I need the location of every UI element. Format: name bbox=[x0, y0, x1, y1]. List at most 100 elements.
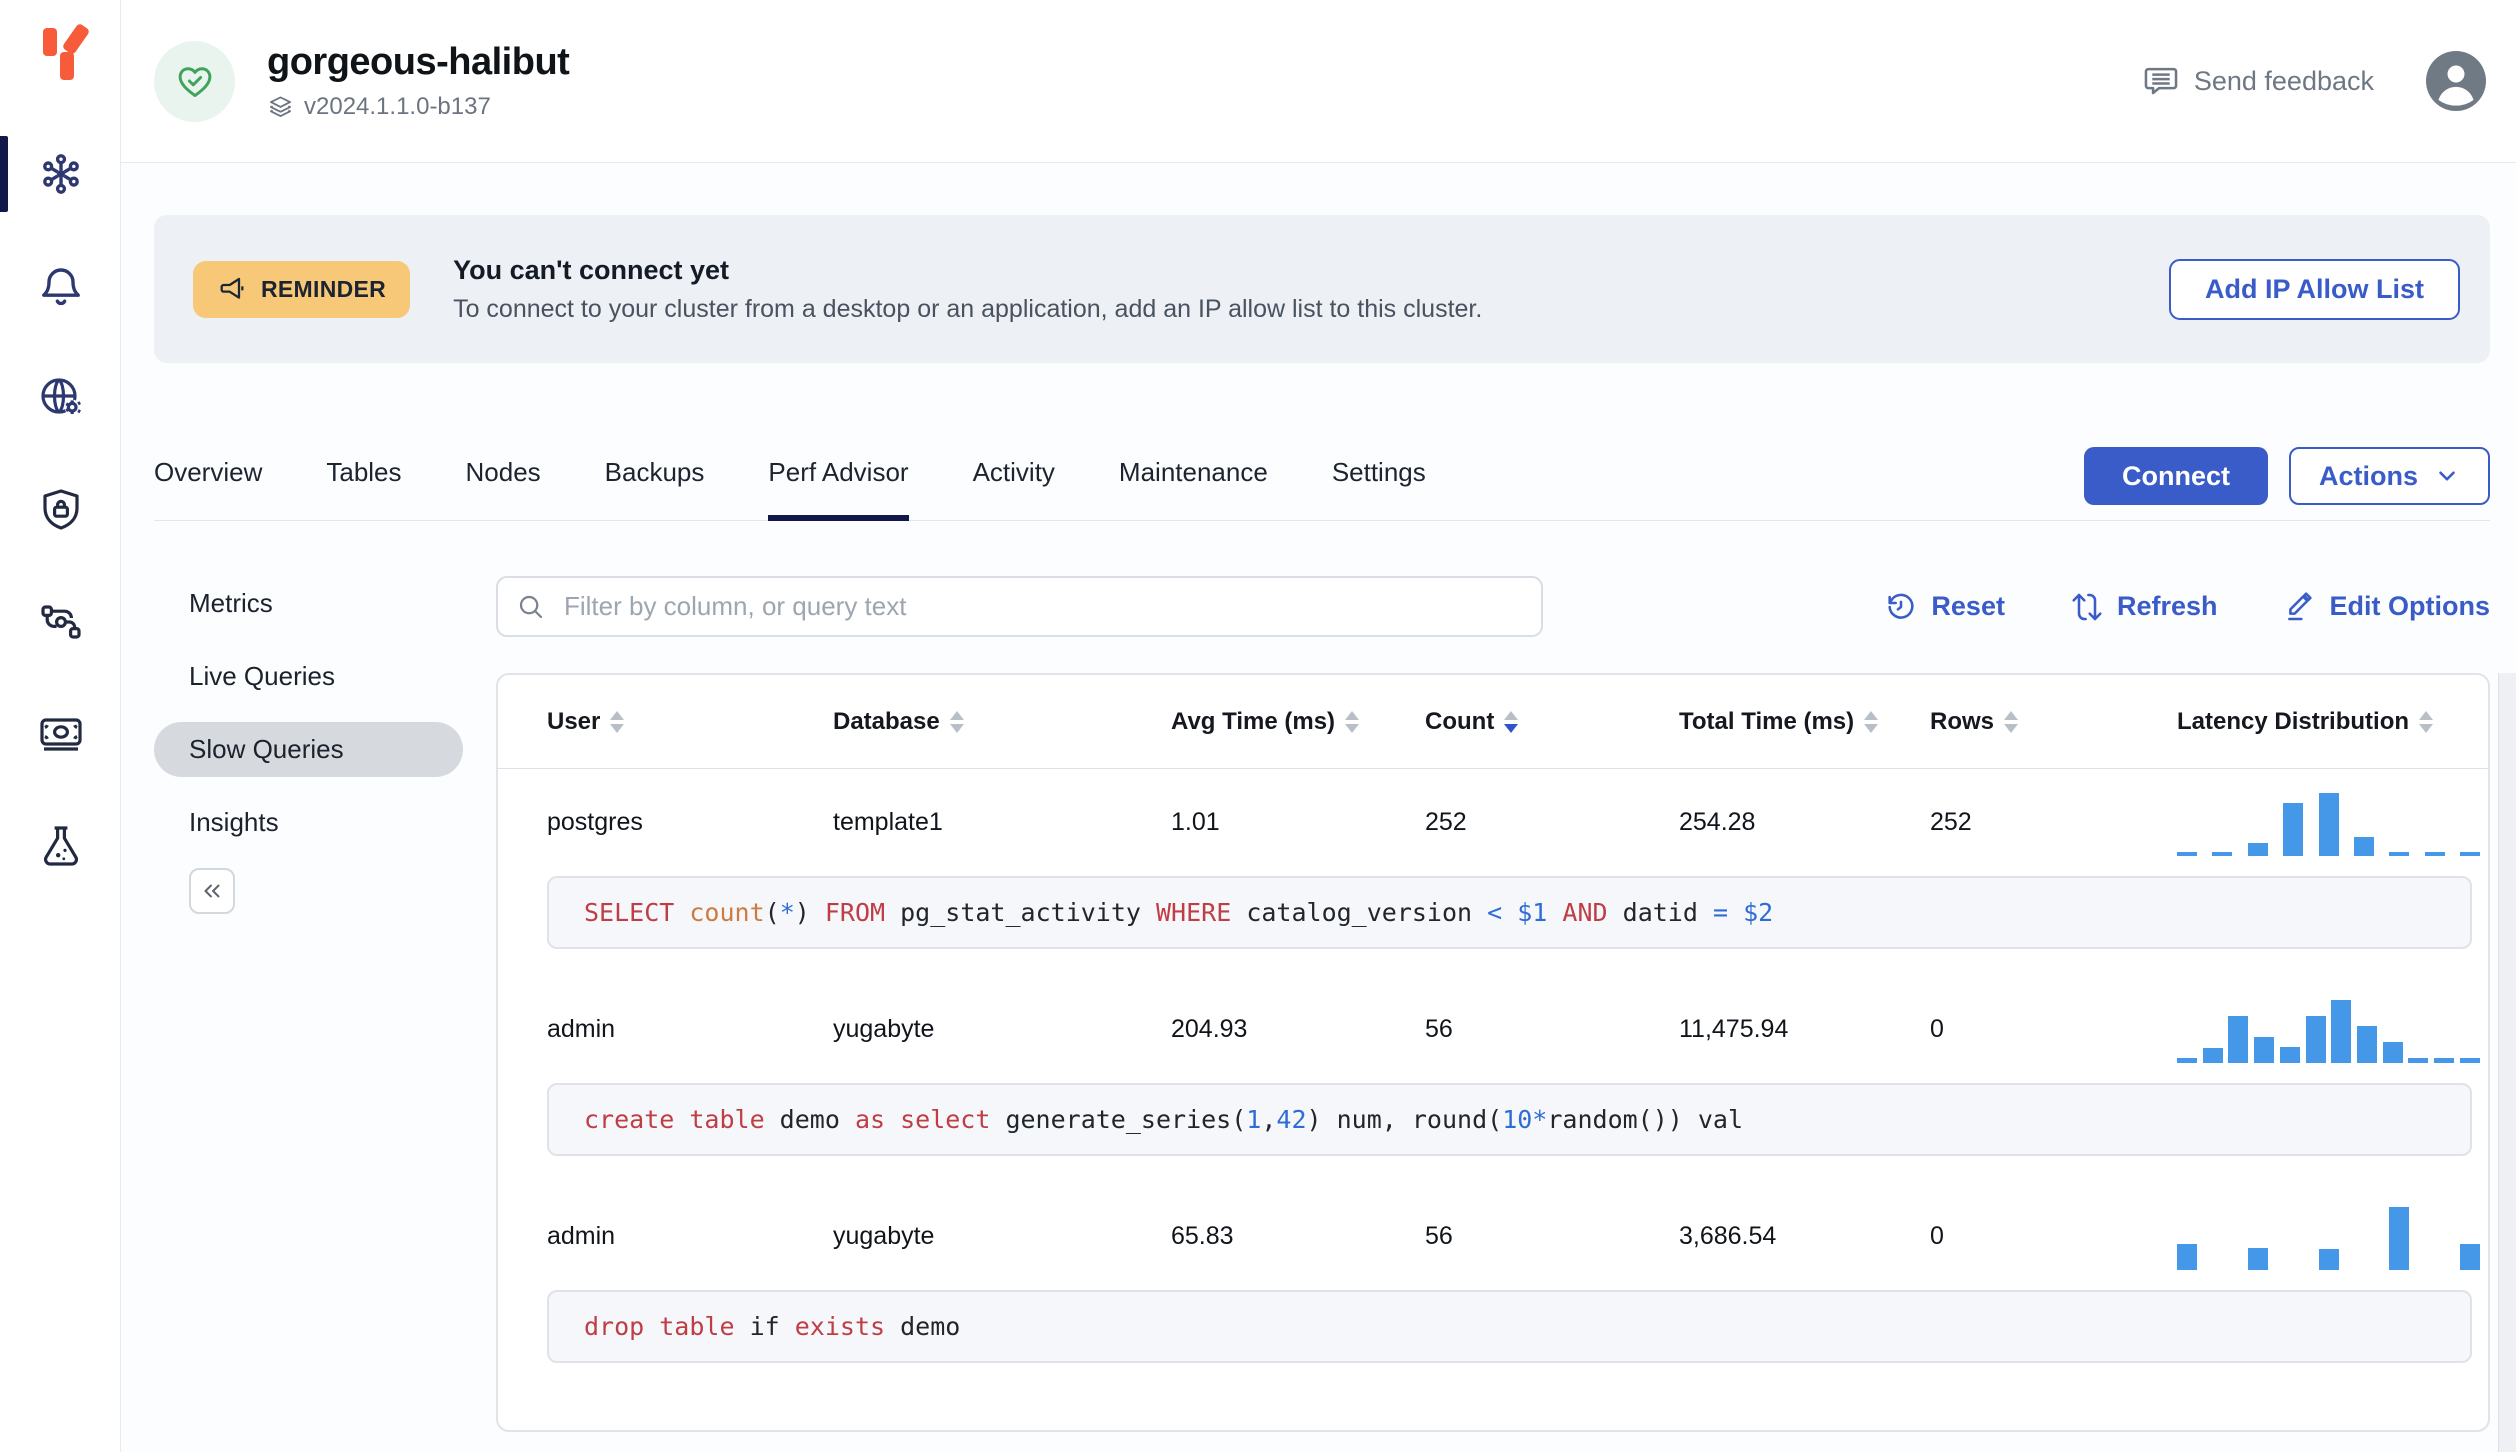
table-header-row: User Database Avg Time (ms) Count Total … bbox=[498, 675, 2488, 769]
collapse-sidebar-button[interactable] bbox=[189, 868, 235, 914]
yugabyte-logo[interactable] bbox=[0, 0, 121, 86]
perf-advisor-section: Metrics Live Queries Slow Queries Insigh… bbox=[154, 576, 2490, 1432]
connect-button[interactable]: Connect bbox=[2083, 447, 2268, 505]
reminder-banner: REMINDER You can't connect yet To connec… bbox=[154, 215, 2490, 363]
reminder-badge-label: REMINDER bbox=[261, 275, 387, 302]
latency-histogram bbox=[2177, 1204, 2480, 1270]
tab-tables[interactable]: Tables bbox=[326, 457, 401, 521]
sidebar-item-clusters[interactable] bbox=[0, 118, 121, 230]
tab-maintenance[interactable]: Maintenance bbox=[1119, 457, 1268, 521]
column-header-latency-distribution[interactable]: Latency Distribution bbox=[2177, 708, 2488, 736]
subnav-item-metrics[interactable]: Metrics bbox=[154, 576, 463, 631]
latency-histogram bbox=[2177, 790, 2480, 856]
refresh-icon bbox=[2072, 593, 2102, 620]
tab-backups[interactable]: Backups bbox=[605, 457, 705, 521]
slow-queries-panel: Reset Refresh Edit Options bbox=[496, 576, 2490, 1432]
column-header-count[interactable]: Count bbox=[1425, 708, 1679, 736]
sidebar-nav bbox=[0, 118, 120, 902]
sidebar-item-alerts[interactable] bbox=[0, 230, 121, 342]
scrollbar-track[interactable] bbox=[2498, 673, 2516, 1452]
search-icon bbox=[519, 595, 543, 619]
table-row[interactable]: admin yugabyte 204.93 56 11,475.94 0 bbox=[498, 976, 2488, 1083]
cell-database: yugabyte bbox=[833, 1222, 935, 1250]
cell-total-time: 11,475.94 bbox=[1679, 1015, 1789, 1043]
subnav-item-slow-queries[interactable]: Slow Queries bbox=[154, 722, 463, 777]
reset-history-icon bbox=[1888, 593, 1914, 619]
send-feedback-button[interactable]: Send feedback bbox=[2142, 62, 2374, 100]
sidebar-item-network[interactable] bbox=[0, 342, 121, 454]
tab-settings[interactable]: Settings bbox=[1332, 457, 1426, 521]
banknote-icon bbox=[39, 718, 82, 751]
sql-query-box[interactable]: drop table if exists demo bbox=[547, 1290, 2472, 1363]
cell-latency-distribution bbox=[2177, 997, 2488, 1063]
actions-dropdown-button[interactable]: Actions bbox=[2288, 447, 2490, 505]
cell-rows: 0 bbox=[1930, 1222, 1944, 1250]
app-window: gorgeous-halibut v2024.1.1.0-b137 Send f… bbox=[0, 0, 2516, 1452]
chevron-down-icon bbox=[2439, 471, 2455, 481]
sort-icon bbox=[610, 710, 625, 733]
column-header-rows[interactable]: Rows bbox=[1930, 708, 2177, 736]
bell-icon bbox=[41, 268, 80, 306]
cell-latency-distribution bbox=[2177, 1204, 2488, 1270]
send-feedback-label: Send feedback bbox=[2193, 65, 2374, 96]
tab-overview[interactable]: Overview bbox=[154, 457, 262, 521]
sidebar-item-integrations[interactable] bbox=[0, 566, 121, 678]
subnav-item-insights[interactable]: Insights bbox=[154, 795, 463, 850]
cell-user: admin bbox=[547, 1015, 616, 1043]
latency-histogram bbox=[2177, 997, 2480, 1063]
cell-count: 56 bbox=[1425, 1015, 1453, 1043]
sidebar-item-billing[interactable] bbox=[0, 678, 121, 790]
sidebar-item-labs[interactable] bbox=[0, 790, 121, 902]
chevrons-left-icon bbox=[204, 884, 220, 898]
cluster-tabs: Overview Tables Nodes Backups Perf Advis… bbox=[154, 457, 1426, 521]
pencil-icon bbox=[2287, 591, 2312, 620]
cell-avg-time: 1.01 bbox=[1171, 808, 1220, 836]
query-row-group: admin yugabyte 204.93 56 11,475.94 0 cre… bbox=[498, 976, 2488, 1156]
table-row[interactable]: postgres template1 1.01 252 254.28 252 bbox=[498, 769, 2488, 876]
tab-perf-advisor[interactable]: Perf Advisor bbox=[768, 457, 909, 521]
user-avatar[interactable] bbox=[2426, 51, 2486, 111]
column-header-total-time[interactable]: Total Time (ms) bbox=[1679, 708, 1930, 736]
shield-lock-icon bbox=[42, 489, 79, 530]
icon-sidebar bbox=[0, 0, 121, 1452]
table-row[interactable]: admin yugabyte 65.83 56 3,686.54 0 bbox=[498, 1183, 2488, 1290]
cluster-version-row: v2024.1.1.0-b137 bbox=[267, 93, 569, 121]
add-ip-allow-list-button[interactable]: Add IP Allow List bbox=[2168, 258, 2460, 320]
sort-icon bbox=[2419, 710, 2434, 733]
cell-total-time: 3,686.54 bbox=[1679, 1222, 1777, 1250]
cell-user: admin bbox=[547, 1222, 616, 1250]
sidebar-item-security[interactable] bbox=[0, 454, 121, 566]
banner-title: You can't connect yet bbox=[453, 254, 730, 285]
sort-icon bbox=[1504, 710, 1519, 733]
cell-rows: 0 bbox=[1930, 1015, 1944, 1043]
cell-user: postgres bbox=[547, 808, 643, 836]
sort-icon bbox=[2004, 710, 2019, 733]
sort-icon bbox=[1345, 710, 1360, 733]
column-header-user[interactable]: User bbox=[547, 708, 833, 736]
reset-button[interactable]: Reset bbox=[1885, 591, 2005, 623]
cell-latency-distribution bbox=[2177, 790, 2488, 856]
layers-icon bbox=[270, 95, 291, 117]
slow-queries-table: User Database Avg Time (ms) Count Total … bbox=[496, 673, 2490, 1432]
slow-queries-toolbar: Reset Refresh Edit Options bbox=[496, 576, 2490, 637]
subnav-item-live-queries[interactable]: Live Queries bbox=[154, 649, 463, 704]
actions-label: Actions bbox=[2318, 460, 2418, 491]
column-header-database[interactable]: Database bbox=[833, 708, 1171, 736]
tab-nodes[interactable]: Nodes bbox=[466, 457, 541, 521]
cell-total-time: 254.28 bbox=[1679, 808, 1756, 836]
filter-search bbox=[496, 576, 1543, 637]
active-indicator bbox=[0, 136, 8, 212]
cell-database: yugabyte bbox=[833, 1015, 935, 1043]
sql-query-box[interactable]: SELECT count(*) FROM pg_stat_activity WH… bbox=[547, 876, 2472, 949]
refresh-button[interactable]: Refresh bbox=[2071, 591, 2218, 623]
toolbar-actions: Reset Refresh Edit Options bbox=[1885, 591, 2490, 623]
cell-count: 252 bbox=[1425, 808, 1467, 836]
header-right: Send feedback bbox=[2142, 51, 2486, 111]
tab-activity[interactable]: Activity bbox=[973, 457, 1055, 521]
cell-database: template1 bbox=[833, 808, 943, 836]
edit-options-button[interactable]: Edit Options bbox=[2284, 591, 2490, 623]
sql-query-box[interactable]: create table demo as select generate_ser… bbox=[547, 1083, 2472, 1156]
column-header-avg-time[interactable]: Avg Time (ms) bbox=[1171, 708, 1425, 736]
filter-input[interactable] bbox=[496, 576, 1543, 637]
cluster-header: gorgeous-halibut v2024.1.1.0-b137 Send f… bbox=[121, 0, 2516, 163]
